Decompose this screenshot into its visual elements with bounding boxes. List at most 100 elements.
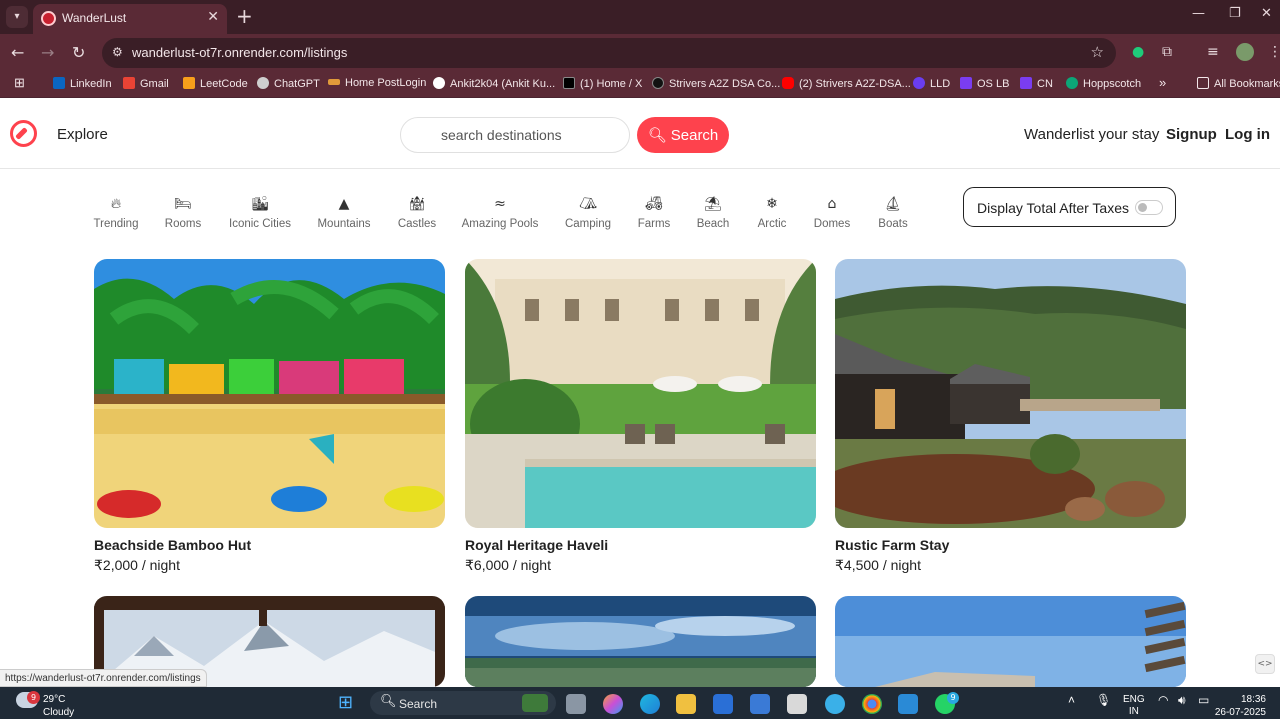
copilot-icon[interactable] [603,694,623,714]
apps-grid-icon[interactable]: ⊞ [14,75,25,91]
filter-beach[interactable]: ⛱︎ Beach [697,196,730,230]
city-icon: 🏙︎ [251,196,269,212]
filter-domes[interactable]: ⌂ Domes [814,196,850,230]
minimize-button[interactable]: — [1192,6,1205,21]
filter-rooms[interactable]: 🛏︎ Rooms [165,196,201,230]
browser-tab-strip: ▾ WanderLust ✕ + — ❐ ✕ [0,0,1280,34]
farm-stay-scene [835,259,1186,528]
listing-card[interactable] [835,596,1186,687]
restore-button[interactable]: ❐ [1229,6,1241,21]
page-helper-icon[interactable]: <> [1255,654,1275,674]
bookmark-chatgpt[interactable]: ChatGPT [257,77,320,90]
help-icon[interactable] [825,694,845,714]
bookmark-linkedin[interactable]: LinkedIn [53,77,112,90]
compass-logo-icon[interactable] [10,120,37,147]
bookmark-cn[interactable]: CN [1020,77,1053,90]
login-link[interactable]: Log in [1225,126,1270,143]
language-indicator[interactable]: ENG IN [1123,694,1145,718]
microsoft-store-icon[interactable] [750,694,770,714]
volume-icon[interactable]: 🔊︎ [1178,693,1186,708]
edge-icon[interactable] [640,694,660,714]
task-view-icon[interactable] [566,694,586,714]
listing-title: Beachside Bamboo Hut [94,537,252,553]
explore-link[interactable]: Explore [57,126,108,143]
filter-castles[interactable]: 🏰︎ Castles [398,196,436,230]
address-bar[interactable]: ⚙ wanderlust-ot7r.onrender.com/listings … [102,38,1116,68]
tax-toggle-switch[interactable] [1135,200,1163,215]
villa-scene [835,596,1186,687]
wifi-icon[interactable]: ◠ [1158,693,1168,707]
filter-amazing-pools[interactable]: ≈ Amazing Pools [462,196,539,230]
filter-arctic[interactable]: ❄︎ Arctic [758,196,787,230]
all-bookmarks-folder[interactable]: All Bookmarks [1197,77,1280,90]
tab-title: WanderLust [62,11,127,25]
taskbar-clock[interactable]: 18:36 26-07-2025 [1215,693,1266,719]
profile-avatar[interactable] [1236,43,1254,61]
listing-image-beach-hut[interactable] [94,259,445,528]
mysql-workbench-icon[interactable] [713,694,733,714]
listing-title: Rustic Farm Stay [835,537,950,553]
microphone-icon[interactable]: 🎙︎ [1096,693,1111,707]
search-button-label: Search [670,127,719,144]
browser-tab[interactable]: WanderLust ✕ [33,4,227,34]
site-info-icon[interactable]: ⚙ [112,45,123,59]
search-input[interactable] [400,117,630,153]
tab-search-button[interactable]: ▾ [6,6,28,28]
wanderlist-your-stay-link[interactable]: Wanderlist your stay [1024,126,1159,143]
filter-trending[interactable]: 🔥︎ Trending [94,196,139,230]
postlogin-icon [328,79,340,85]
listing-image-villa[interactable] [835,596,1186,687]
bookmark-strivers-course[interactable]: Strivers A2Z DSA Co... [652,77,780,90]
bookmark-star-icon[interactable]: ☆ [1091,43,1104,61]
listing-image-farm-stay[interactable] [835,259,1186,528]
extensions-puzzle-icon[interactable]: ⧉ [1162,44,1172,60]
listing-price: ₹4,500 / night [835,557,921,573]
close-window-button[interactable]: ✕ [1261,6,1272,21]
filter-iconic-cities[interactable]: 🏙︎ Iconic Cities [229,196,291,230]
weather-desc: Cloudy [43,707,75,718]
battery-icon[interactable]: ▭ [1198,693,1209,707]
tray-chevron-icon[interactable]: ˄ [1068,693,1075,707]
listing-image-lakeside[interactable] [465,596,816,687]
more-menu-icon[interactable]: ⋮ [1268,44,1280,60]
extension-icon[interactable]: ● [1132,44,1144,60]
bookmark-hoppscotch[interactable]: Hoppscotch [1066,77,1141,90]
filter-boats[interactable]: ⛵︎ Boats [878,196,907,230]
weather-widget[interactable]: 29°C Cloudy [43,693,74,719]
clock-time: 18:36 [1240,694,1266,705]
listing-image-haveli[interactable] [465,259,816,528]
close-tab-icon[interactable]: ✕ [207,9,219,25]
search-button[interactable]: 🔍︎ Search [637,117,729,153]
bookmark-os-lb[interactable]: OS LB [960,77,1009,90]
leetcode-icon [183,77,195,89]
more-bookmarks-chevron-icon[interactable]: » [1159,75,1166,90]
bookmark-home-postlogin[interactable]: Home PostLogin [328,77,426,89]
bookmark-strivers-youtube[interactable]: (2) Strivers A2Z-DSA... [782,77,911,90]
filter-mountains[interactable]: ▲ Mountains [317,196,370,230]
file-explorer-icon[interactable] [676,694,696,714]
filter-camping[interactable]: ⛺︎ Camping [565,196,611,230]
bookmark-x[interactable]: (1) Home / X [563,77,642,90]
linkedin-icon [53,77,65,89]
tax-toggle-container: Display Total After Taxes [963,187,1176,227]
bookmark-leetcode[interactable]: LeetCode [183,77,248,90]
chrome-icon[interactable] [862,694,882,714]
new-tab-button[interactable]: + [236,4,253,28]
reload-icon[interactable]: ↻ [72,43,85,62]
taskbar-search-box[interactable]: 🔍︎ Search [370,691,556,715]
search-icon: 🔍︎ [647,127,667,144]
filter-farms[interactable]: 🚜︎ Farms [638,196,671,230]
vscode-icon[interactable] [898,694,918,714]
forward-icon[interactable]: → [41,43,54,62]
castle-icon: 🏰︎ [408,196,426,212]
signup-link[interactable]: Signup [1166,126,1217,143]
windows-start-icon[interactable]: ⊞ [338,692,358,713]
bookmark-gmail[interactable]: Gmail [123,77,169,90]
document-app-icon[interactable] [787,694,807,714]
reading-list-icon[interactable]: ≡ [1207,44,1219,60]
bookmark-github[interactable]: Ankit2k04 (Ankit Ku... [433,77,555,90]
bookmark-lld[interactable]: LLD [913,77,950,90]
category-filters: 🔥︎ Trending 🛏︎ Rooms 🏙︎ Iconic Cities ▲ … [0,170,1280,250]
listing-card[interactable] [465,596,816,687]
back-icon[interactable]: ← [11,43,24,62]
